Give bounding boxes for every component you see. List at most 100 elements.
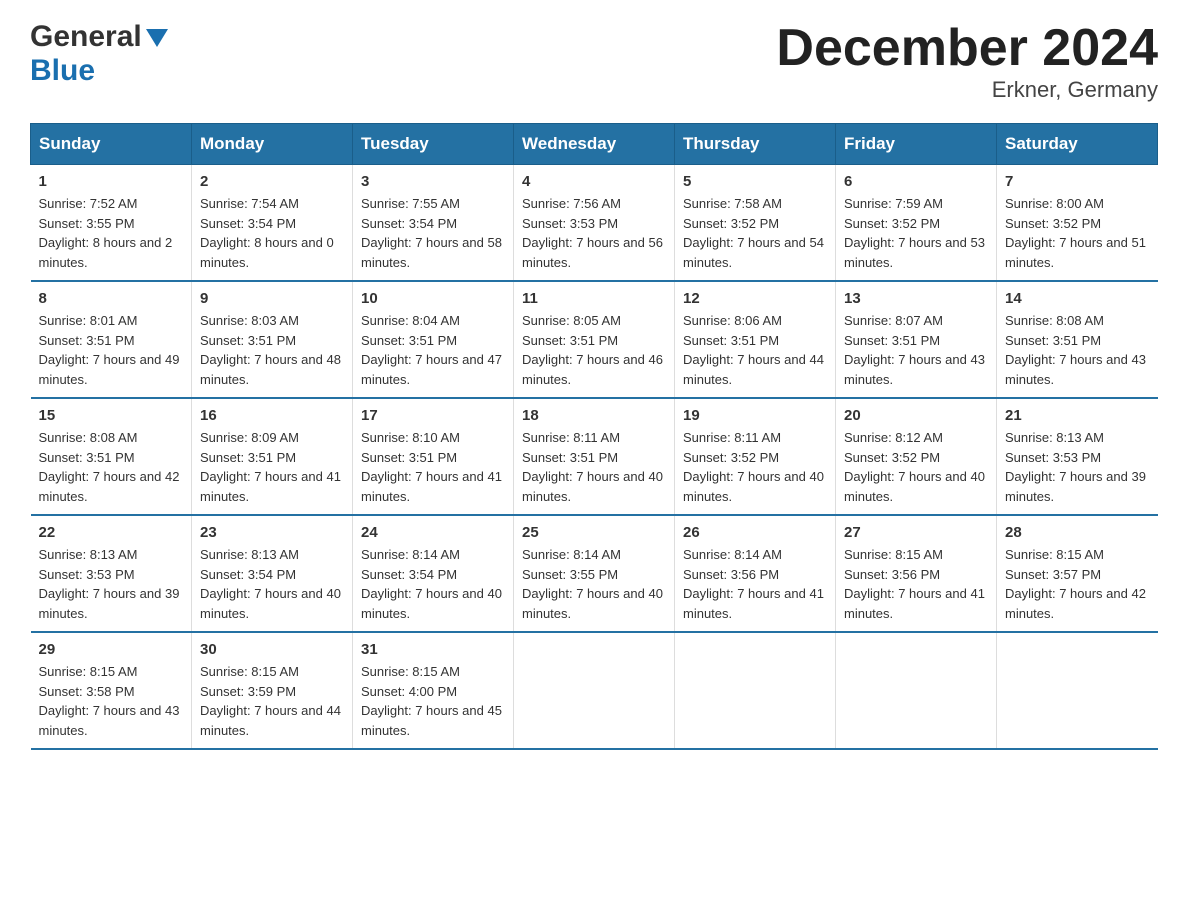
calendar-cell: 5 Sunrise: 7:58 AM Sunset: 3:52 PM Dayli… [675,165,836,282]
calendar-cell: 6 Sunrise: 7:59 AM Sunset: 3:52 PM Dayli… [836,165,997,282]
calendar-cell: 21 Sunrise: 8:13 AM Sunset: 3:53 PM Dayl… [997,398,1158,515]
daylight-label: Daylight: 7 hours and 49 minutes. [39,352,180,387]
sunrise-label: Sunrise: 8:13 AM [200,547,299,562]
day-number: 4 [522,173,666,190]
daylight-label: Daylight: 7 hours and 41 minutes. [200,469,341,504]
daylight-label: Daylight: 7 hours and 48 minutes. [200,352,341,387]
sunrise-label: Sunrise: 8:08 AM [39,430,138,445]
daylight-label: Daylight: 7 hours and 39 minutes. [1005,469,1146,504]
day-info: Sunrise: 8:14 AM Sunset: 3:54 PM Dayligh… [361,545,505,623]
day-number: 2 [200,173,344,190]
sunrise-label: Sunrise: 7:56 AM [522,196,621,211]
daylight-label: Daylight: 7 hours and 58 minutes. [361,235,502,270]
day-number: 26 [683,524,827,541]
sunrise-label: Sunrise: 8:10 AM [361,430,460,445]
logo-general-text: General [30,20,142,54]
sunrise-label: Sunrise: 8:11 AM [683,430,781,445]
sunrise-label: Sunrise: 8:13 AM [1005,430,1104,445]
day-number: 9 [200,290,344,307]
day-number: 17 [361,407,505,424]
day-number: 27 [844,524,988,541]
day-info: Sunrise: 8:15 AM Sunset: 3:57 PM Dayligh… [1005,545,1150,623]
calendar-week-row: 29 Sunrise: 8:15 AM Sunset: 3:58 PM Dayl… [31,632,1158,749]
calendar-cell: 25 Sunrise: 8:14 AM Sunset: 3:55 PM Dayl… [514,515,675,632]
daylight-label: Daylight: 7 hours and 46 minutes. [522,352,663,387]
sunrise-label: Sunrise: 8:01 AM [39,313,138,328]
day-number: 8 [39,290,184,307]
daylight-label: Daylight: 7 hours and 40 minutes. [844,469,985,504]
sunrise-label: Sunrise: 8:06 AM [683,313,782,328]
daylight-label: Daylight: 7 hours and 44 minutes. [683,352,824,387]
day-number: 20 [844,407,988,424]
page-subtitle: Erkner, Germany [776,77,1158,103]
sunrise-label: Sunrise: 8:00 AM [1005,196,1104,211]
calendar-cell: 17 Sunrise: 8:10 AM Sunset: 3:51 PM Dayl… [353,398,514,515]
daylight-label: Daylight: 7 hours and 42 minutes. [1005,586,1146,621]
day-number: 30 [200,641,344,658]
day-number: 16 [200,407,344,424]
calendar-cell: 7 Sunrise: 8:00 AM Sunset: 3:52 PM Dayli… [997,165,1158,282]
sunset-label: Sunset: 3:51 PM [361,450,457,465]
sunrise-label: Sunrise: 8:15 AM [1005,547,1104,562]
day-info: Sunrise: 8:04 AM Sunset: 3:51 PM Dayligh… [361,311,505,389]
calendar-cell: 24 Sunrise: 8:14 AM Sunset: 3:54 PM Dayl… [353,515,514,632]
daylight-label: Daylight: 7 hours and 41 minutes. [361,469,502,504]
sunrise-label: Sunrise: 8:12 AM [844,430,943,445]
day-number: 6 [844,173,988,190]
day-info: Sunrise: 8:12 AM Sunset: 3:52 PM Dayligh… [844,428,988,506]
day-info: Sunrise: 8:14 AM Sunset: 3:56 PM Dayligh… [683,545,827,623]
day-number: 22 [39,524,184,541]
calendar-week-row: 8 Sunrise: 8:01 AM Sunset: 3:51 PM Dayli… [31,281,1158,398]
daylight-label: Daylight: 7 hours and 45 minutes. [361,703,502,738]
sunset-label: Sunset: 3:51 PM [683,333,779,348]
calendar-table: Sunday Monday Tuesday Wednesday Thursday… [30,123,1158,750]
day-info: Sunrise: 8:15 AM Sunset: 3:56 PM Dayligh… [844,545,988,623]
sunset-label: Sunset: 3:51 PM [522,333,618,348]
sunset-label: Sunset: 3:52 PM [1005,216,1101,231]
day-info: Sunrise: 7:58 AM Sunset: 3:52 PM Dayligh… [683,194,827,272]
calendar-cell: 15 Sunrise: 8:08 AM Sunset: 3:51 PM Dayl… [31,398,192,515]
day-info: Sunrise: 8:03 AM Sunset: 3:51 PM Dayligh… [200,311,344,389]
day-info: Sunrise: 8:11 AM Sunset: 3:52 PM Dayligh… [683,428,827,506]
calendar-cell: 2 Sunrise: 7:54 AM Sunset: 3:54 PM Dayli… [192,165,353,282]
day-info: Sunrise: 8:10 AM Sunset: 3:51 PM Dayligh… [361,428,505,506]
col-sunday: Sunday [31,124,192,165]
sunset-label: Sunset: 3:51 PM [522,450,618,465]
day-info: Sunrise: 8:13 AM Sunset: 3:53 PM Dayligh… [39,545,184,623]
daylight-label: Daylight: 7 hours and 39 minutes. [39,586,180,621]
day-info: Sunrise: 8:14 AM Sunset: 3:55 PM Dayligh… [522,545,666,623]
col-saturday: Saturday [997,124,1158,165]
sunrise-label: Sunrise: 8:13 AM [39,547,138,562]
daylight-label: Daylight: 7 hours and 40 minutes. [522,586,663,621]
sunset-label: Sunset: 3:57 PM [1005,567,1101,582]
day-number: 1 [39,173,184,190]
sunrise-label: Sunrise: 8:08 AM [1005,313,1104,328]
calendar-cell: 28 Sunrise: 8:15 AM Sunset: 3:57 PM Dayl… [997,515,1158,632]
sunset-label: Sunset: 3:53 PM [39,567,135,582]
calendar-cell [836,632,997,749]
day-info: Sunrise: 8:15 AM Sunset: 3:59 PM Dayligh… [200,662,344,740]
day-number: 31 [361,641,505,658]
daylight-label: Daylight: 7 hours and 44 minutes. [200,703,341,738]
sunrise-label: Sunrise: 8:15 AM [844,547,943,562]
calendar-cell: 27 Sunrise: 8:15 AM Sunset: 3:56 PM Dayl… [836,515,997,632]
page-header: General Blue December 2024 Erkner, Germa… [30,20,1158,103]
calendar-header-row: Sunday Monday Tuesday Wednesday Thursday… [31,124,1158,165]
calendar-cell: 13 Sunrise: 8:07 AM Sunset: 3:51 PM Dayl… [836,281,997,398]
day-number: 11 [522,290,666,307]
daylight-label: Daylight: 8 hours and 2 minutes. [39,235,173,270]
daylight-label: Daylight: 7 hours and 43 minutes. [844,352,985,387]
sunset-label: Sunset: 3:54 PM [361,567,457,582]
sunset-label: Sunset: 3:52 PM [844,216,940,231]
day-info: Sunrise: 8:11 AM Sunset: 3:51 PM Dayligh… [522,428,666,506]
daylight-label: Daylight: 7 hours and 43 minutes. [39,703,180,738]
calendar-week-row: 1 Sunrise: 7:52 AM Sunset: 3:55 PM Dayli… [31,165,1158,282]
daylight-label: Daylight: 7 hours and 40 minutes. [200,586,341,621]
day-number: 13 [844,290,988,307]
calendar-cell: 1 Sunrise: 7:52 AM Sunset: 3:55 PM Dayli… [31,165,192,282]
day-number: 15 [39,407,184,424]
sunset-label: Sunset: 3:51 PM [1005,333,1101,348]
sunset-label: Sunset: 3:54 PM [200,567,296,582]
sunrise-label: Sunrise: 8:14 AM [361,547,460,562]
calendar-cell [514,632,675,749]
